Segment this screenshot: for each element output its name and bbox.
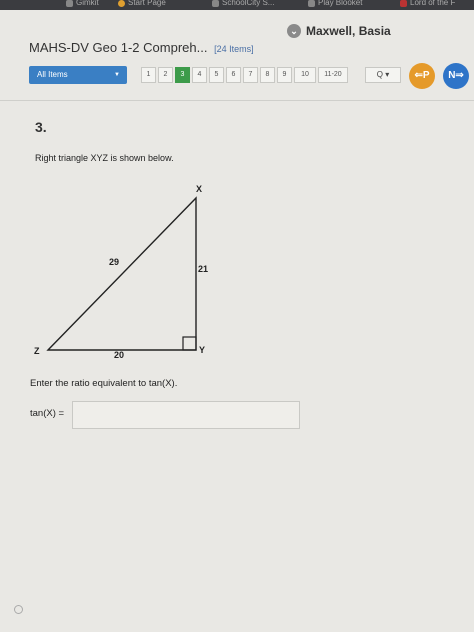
book-icon (400, 0, 407, 7)
blooket-icon (308, 0, 315, 7)
page-button-2[interactable]: 2 (158, 67, 173, 83)
chevron-down-icon: ⌄ (287, 24, 301, 38)
test-title: MAHS-DV Geo 1-2 Compreh... [24 Items] (29, 40, 254, 55)
schoolcity-icon (212, 0, 219, 7)
search-button[interactable]: Q ▾ (365, 67, 401, 83)
page-button-3[interactable]: 3 (175, 67, 190, 83)
header-divider (0, 100, 474, 101)
triangle-diagram: X Y Z 29 21 20 (34, 184, 208, 360)
gimkit-icon (66, 0, 73, 7)
vertex-z-label: Z (34, 346, 40, 356)
triangle-shape (46, 196, 197, 351)
caret-down-icon: ▼ (114, 72, 120, 78)
side-xz-label: 29 (109, 257, 119, 267)
right-angle-marker (182, 336, 197, 351)
side-zy-label: 20 (114, 350, 124, 360)
page-button-9[interactable]: 9 (277, 67, 292, 83)
question-text: Right triangle XYZ is shown below. (35, 153, 174, 163)
page-button-11-20[interactable]: 11-20 (318, 67, 348, 83)
bookmark-schoolcity[interactable]: SchoolCity S... (212, 0, 274, 8)
page-button-10[interactable]: 10 (294, 67, 316, 83)
page-button-4[interactable]: 4 (192, 67, 207, 83)
side-xy-label: 21 (198, 264, 208, 274)
answer-input[interactable] (72, 401, 300, 429)
user-name: Maxwell, Basia (306, 24, 391, 38)
vertex-y-label: Y (199, 345, 205, 355)
bookmarks-bar: Gimkit Start Page SchoolCity S... Play B… (0, 0, 474, 10)
bookmark-start-page[interactable]: Start Page (118, 0, 166, 8)
start-page-icon (118, 0, 125, 7)
question-prompt: Enter the ratio equivalent to tan(X). (30, 378, 178, 389)
bookmark-blooket[interactable]: Play Blooket (308, 0, 362, 8)
item-filter-select[interactable]: All Items ▼ (29, 66, 127, 84)
next-button[interactable]: N⇒ (443, 63, 469, 89)
item-count: [24 Items] (214, 44, 254, 54)
test-title-text: MAHS-DV Geo 1-2 Compreh... (29, 40, 208, 55)
page-button-1[interactable]: 1 (141, 67, 156, 83)
page-button-5[interactable]: 5 (209, 67, 224, 83)
user-menu[interactable]: ⌄ Maxwell, Basia (287, 24, 391, 38)
bookmark-gimkit[interactable]: Gimkit (66, 0, 99, 8)
item-filter-label: All Items (37, 70, 68, 79)
previous-button[interactable]: ⇐P (409, 63, 435, 89)
status-dot (14, 605, 23, 614)
page-button-8[interactable]: 8 (260, 67, 275, 83)
page-button-6[interactable]: 6 (226, 67, 241, 83)
answer-label: tan(X) = (30, 408, 65, 419)
vertex-x-label: X (196, 184, 202, 194)
question-number: 3. (35, 119, 47, 135)
question-pagination: 1 2 3 4 5 6 7 8 9 10 11-20 (141, 67, 348, 83)
page-button-7[interactable]: 7 (243, 67, 258, 83)
bookmark-lord-of-the-flies[interactable]: Lord of the F (400, 0, 455, 8)
